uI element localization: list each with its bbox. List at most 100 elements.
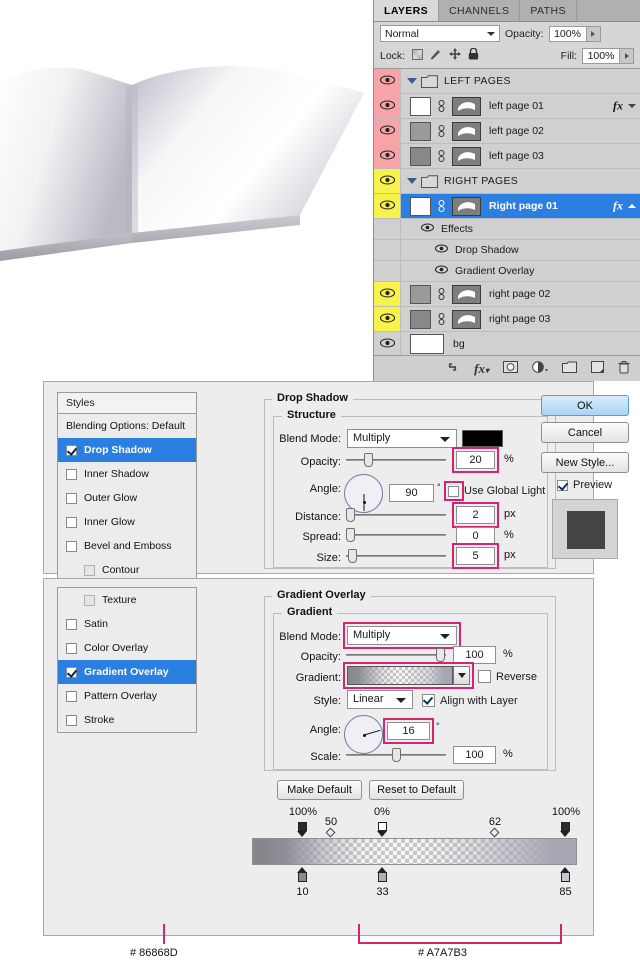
visibility-toggle[interactable] [374,169,401,193]
link-mask-icon[interactable] [436,99,447,113]
eye-icon[interactable] [379,337,395,351]
reset-to-default-button[interactable]: Reset to Default [369,780,464,800]
layer-thumbnail[interactable] [452,146,481,166]
lock-all-icon[interactable] [468,47,479,63]
visibility-toggle[interactable] [374,307,401,331]
color-stop-handle[interactable] [377,867,388,883]
checkbox-icon[interactable] [84,594,95,606]
eye-icon[interactable] [421,223,434,235]
fill-control[interactable]: 100% [582,47,634,64]
cancel-button[interactable]: Cancel [541,422,629,443]
slider-knob[interactable] [392,748,401,762]
fill-value[interactable]: 100% [582,47,620,64]
layer-thumbnail[interactable] [410,334,444,354]
lock-image-pixels-icon[interactable] [430,48,442,63]
lock-position-icon[interactable] [449,48,462,63]
slider-knob[interactable] [348,549,357,563]
layer-row[interactable]: left page 01 fx [374,94,640,119]
style-item-bevel-and-emboss[interactable]: Bevel and Emboss [58,534,196,558]
style-item-inner-glow[interactable]: Inner Glow [58,510,196,534]
effect-gradient-overlay-row[interactable]: Gradient Overlay [374,261,640,282]
checkbox-icon[interactable] [66,444,77,456]
layer-mask-thumbnail[interactable] [410,146,431,166]
eye-icon[interactable] [435,265,448,277]
slider-knob[interactable] [346,528,355,542]
style-item-drop-shadow[interactable]: Drop Shadow [58,438,196,462]
checkbox-icon[interactable] [66,690,77,702]
style-item-blending-options[interactable]: Blending Options: Default [58,414,196,438]
layer-group-right-pages[interactable]: RIGHT PAGES [374,169,640,194]
checkbox-icon[interactable] [557,479,568,491]
delete-layer-icon[interactable] [618,360,630,377]
checkbox-icon[interactable] [478,670,491,683]
opacity-value[interactable]: 100% [548,25,587,42]
visibility-toggle[interactable] [374,69,401,93]
checkbox-icon[interactable] [422,694,435,707]
fill-slider-button[interactable] [620,47,634,64]
ds-size-slider[interactable] [346,549,446,563]
eye-icon[interactable] [379,199,395,213]
opacity-midpoint-handle[interactable] [325,827,336,838]
styles-list-top[interactable]: Blending Options: Default Drop Shadow In… [57,414,197,583]
gradient-bar[interactable] [252,838,577,865]
layer-thumbnail[interactable] [452,121,481,141]
layer-row[interactable]: left page 03 [374,144,640,169]
go-scale-slider[interactable] [346,748,446,762]
layer-row[interactable]: right page 02 [374,282,640,307]
checkbox-icon[interactable] [66,540,77,552]
styles-list-bottom[interactable]: Texture Satin Color Overlay Gradient Ove… [57,587,197,733]
go-opacity-slider[interactable] [346,648,446,662]
link-layers-icon[interactable] [445,362,460,375]
new-adjustment-layer-icon[interactable] [532,361,548,376]
checkbox-icon[interactable] [66,618,77,630]
ds-blend-mode-select[interactable]: Multiply [347,429,457,448]
visibility-toggle[interactable] [374,119,401,143]
layer-thumbnail[interactable] [452,309,481,329]
opacity-stop-handle[interactable] [377,822,388,838]
layer-thumbnail[interactable] [452,196,481,216]
layer-list[interactable]: LEFT PAGES left page 01 fx left page 02 … [374,68,640,355]
opacity-stop-handle[interactable] [560,822,571,838]
link-mask-icon[interactable] [436,199,447,213]
tab-layers[interactable]: LAYERS [374,0,440,21]
lock-transparent-pixels-icon[interactable] [412,48,424,63]
style-item-outer-glow[interactable]: Outer Glow [58,486,196,510]
group-disclosure-icon[interactable] [407,178,417,184]
layer-mask-thumbnail[interactable] [410,284,431,304]
opacity-control[interactable]: 100% [548,25,601,42]
layer-row[interactable]: left page 02 [374,119,640,144]
collapse-effects-icon[interactable] [628,204,636,208]
style-item-gradient-overlay[interactable]: Gradient Overlay [58,660,196,684]
layer-group-left-pages[interactable]: LEFT PAGES [374,69,640,94]
ds-color-swatch[interactable] [462,430,503,447]
go-align-checkbox[interactable]: Align with Layer [422,694,518,707]
layer-row[interactable]: right page 03 [374,307,640,332]
checkbox-icon[interactable] [66,492,77,504]
layer-mask-thumbnail[interactable] [410,196,431,216]
ds-angle-input[interactable]: 90 [389,484,434,502]
layer-thumbnail[interactable] [452,284,481,304]
effects-row[interactable]: Effects [374,219,640,240]
slider-knob[interactable] [364,453,373,467]
tab-paths[interactable]: PATHS [520,0,577,21]
color-stop-handle[interactable] [560,867,571,883]
visibility-toggle[interactable] [374,94,401,118]
group-disclosure-icon[interactable] [407,78,417,84]
new-style-button[interactable]: New Style... [541,452,629,473]
ds-distance-slider[interactable] [346,508,446,522]
color-stop-handle[interactable] [297,867,308,883]
layer-thumbnail[interactable] [452,96,481,116]
eye-icon[interactable] [379,312,395,326]
blend-mode-select[interactable]: Normal [380,25,500,42]
layer-mask-thumbnail[interactable] [410,309,431,329]
tab-channels[interactable]: CHANNELS [439,0,521,21]
eye-icon[interactable] [435,244,448,256]
style-item-satin[interactable]: Satin [58,612,196,636]
eye-icon[interactable] [379,124,395,138]
slider-knob[interactable] [436,648,445,662]
opacity-slider-button[interactable] [586,25,601,42]
slider-knob[interactable] [346,508,355,522]
style-item-pattern-overlay[interactable]: Pattern Overlay [58,684,196,708]
style-item-texture[interactable]: Texture [58,588,196,612]
opacity-midpoint-handle[interactable] [489,827,500,838]
